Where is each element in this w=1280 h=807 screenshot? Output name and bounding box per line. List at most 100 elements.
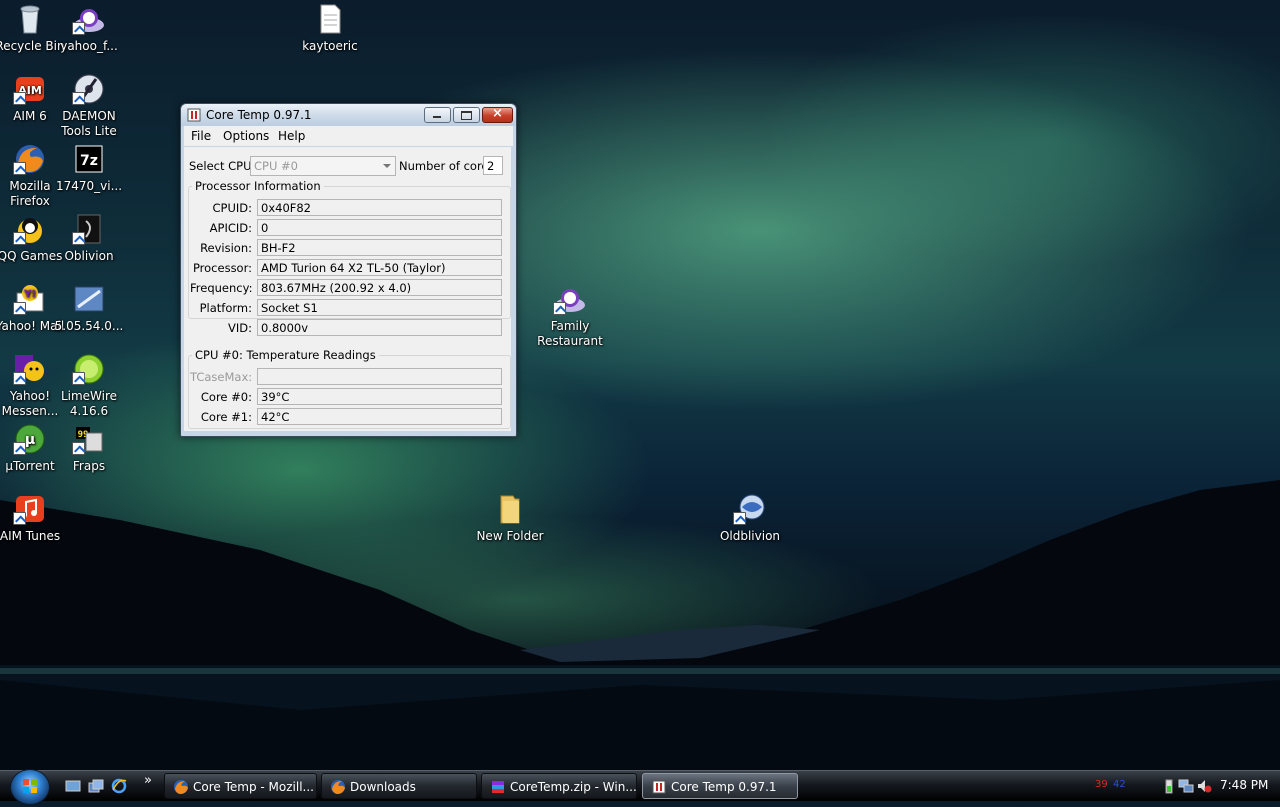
- firefox-icon: [331, 780, 345, 794]
- desktop-icon-7zip[interactable]: 7z 17470_vi...: [52, 143, 126, 194]
- daemon-tools-icon: [72, 73, 106, 105]
- shortcut-arrow-icon: [13, 92, 26, 105]
- recycle-bin-icon: [13, 3, 47, 35]
- taskbar: » Core Temp - Mozill... Downloads CoreTe…: [0, 769, 1280, 805]
- close-button[interactable]: ×: [482, 106, 513, 123]
- window-client: Select CPU: CPU #0 Number of cores 2 Pro…: [184, 147, 511, 431]
- tcasemax-label: TCaseMax:: [190, 370, 253, 384]
- cpu-select-value: CPU #0: [254, 159, 298, 173]
- shortcut-arrow-icon: [72, 372, 85, 385]
- desktop-icon-yahoo[interactable]: yahoo_f...: [52, 3, 126, 54]
- cpuid-value: 0x40F82: [257, 199, 502, 216]
- taskbar-button-winrar[interactable]: CoreTemp.zip - Win...: [481, 773, 637, 799]
- firefox-icon: [174, 780, 188, 794]
- desktop-icon-daemon-tools[interactable]: DAEMON Tools Lite: [52, 73, 126, 139]
- taskbar-button-downloads[interactable]: Downloads: [321, 773, 477, 799]
- desktop-icon-installer[interactable]: 5.05.54.0...: [52, 283, 126, 334]
- yahoo-icon: [72, 3, 106, 35]
- 7zip-icon: 7z: [72, 143, 106, 175]
- platform-label: Platform:: [199, 301, 252, 315]
- num-cores-label: Number of cores: [399, 159, 495, 173]
- shortcut-arrow-icon: [72, 92, 85, 105]
- coretemp-icon: [187, 108, 201, 122]
- svg-text:7z: 7z: [80, 153, 98, 169]
- desktop-icon-new-folder[interactable]: New Folder: [473, 493, 547, 544]
- svg-text:Y!: Y!: [23, 289, 36, 300]
- menu-help[interactable]: Help: [278, 129, 305, 143]
- yahoo-messenger-icon: [13, 353, 47, 385]
- menu-file[interactable]: File: [191, 129, 211, 143]
- desktop-icon-family-restaurant[interactable]: Family Restaurant: [533, 283, 607, 349]
- battery-icon[interactable]: [1161, 778, 1177, 794]
- minimize-button[interactable]: [424, 107, 451, 123]
- maximize-button[interactable]: [453, 107, 480, 123]
- vid-value: 0.8000v: [257, 319, 502, 336]
- fraps-icon: 99: [72, 423, 106, 455]
- switch-windows-icon[interactable]: [88, 778, 104, 794]
- apicid-value: 0: [257, 219, 502, 236]
- internet-explorer-icon[interactable]: [111, 778, 127, 794]
- desktop-icon-kaytoeric[interactable]: kaytoeric: [293, 3, 367, 54]
- shortcut-arrow-icon: [13, 302, 26, 315]
- taskbar-button-coretemp[interactable]: Core Temp 0.97.1: [642, 773, 798, 799]
- desktop-icon-label: AIM Tunes: [0, 529, 61, 543]
- oldblivion-icon: [733, 493, 767, 525]
- clock[interactable]: 7:48 PM: [1220, 778, 1268, 792]
- desktop-icon-fraps[interactable]: 99 Fraps: [52, 423, 126, 474]
- platform-value: Socket S1: [257, 299, 502, 316]
- taskbar-button-label: CoreTemp.zip - Win...: [510, 780, 637, 794]
- frequency-value: 803.67MHz (200.92 x 4.0): [257, 279, 502, 296]
- desktop-icon-oblivion[interactable]: Oblivion: [52, 213, 126, 264]
- core0-temp: 39°C: [257, 388, 502, 405]
- core1-temp: 42°C: [257, 408, 502, 425]
- volume-muted-icon[interactable]: [1196, 778, 1212, 794]
- desktop-icon-aim-tunes[interactable]: AIM Tunes: [0, 493, 67, 544]
- desktop-icon-limewire[interactable]: LimeWire 4.16.6: [52, 353, 126, 419]
- menu-options[interactable]: Options: [223, 129, 269, 143]
- firefox-icon: [13, 143, 47, 175]
- core-temp-window[interactable]: Core Temp 0.97.1 × File Options Help Sel…: [180, 103, 517, 437]
- window-titlebar[interactable]: Core Temp 0.97.1 ×: [181, 104, 516, 126]
- yahoo-mail-icon: Y!: [13, 283, 47, 315]
- network-icon[interactable]: [1178, 778, 1194, 794]
- family-restaurant-icon: [553, 283, 587, 315]
- cpuid-label: CPUID:: [212, 201, 252, 215]
- shortcut-arrow-icon: [13, 512, 26, 525]
- temperature-group-title: CPU #0: Temperature Readings: [192, 348, 379, 362]
- shortcut-arrow-icon: [13, 372, 26, 385]
- folder-icon: [493, 493, 527, 525]
- processor-info-title: Processor Information: [192, 179, 324, 193]
- shortcut-arrow-icon: [72, 22, 85, 35]
- shortcut-arrow-icon: [72, 232, 85, 245]
- cpu-select[interactable]: CPU #0: [250, 156, 396, 176]
- windows-logo-icon: [23, 779, 37, 793]
- quick-launch-more[interactable]: »: [144, 773, 152, 788]
- shortcut-arrow-icon: [733, 512, 746, 525]
- limewire-icon: [72, 353, 106, 385]
- utorrent-icon: µ: [13, 423, 47, 455]
- taskbar-button-firefox-coretemp[interactable]: Core Temp - Mozill...: [164, 773, 317, 799]
- taskbar-button-label: Downloads: [350, 780, 416, 794]
- processor-value: AMD Turion 64 X2 TL-50 (Taylor): [257, 259, 502, 276]
- shortcut-arrow-icon: [13, 232, 26, 245]
- shortcut-arrow-icon: [553, 302, 566, 315]
- close-icon: ×: [492, 106, 503, 121]
- tray-core0-temp[interactable]: 39: [1095, 779, 1108, 790]
- num-cores-field: 2: [483, 156, 503, 175]
- tray-core1-temp[interactable]: 42: [1113, 779, 1126, 790]
- desktop-icon-oldblivion[interactable]: Oldblivion: [713, 493, 787, 544]
- apicid-label: APICID:: [209, 221, 252, 235]
- shortcut-arrow-icon: [13, 442, 26, 455]
- tcasemax-value: [257, 368, 502, 385]
- shortcut-arrow-icon: [13, 162, 26, 175]
- processor-label: Processor:: [192, 261, 252, 275]
- taskbar-button-label: Core Temp 0.97.1: [671, 780, 777, 794]
- show-desktop-icon[interactable]: [65, 778, 81, 794]
- desktop-icon-label: 5.05.54.0...: [54, 319, 124, 333]
- desktop-icon-label: DAEMON Tools Lite: [61, 109, 117, 138]
- desktop-icon-label: Family Restaurant: [537, 319, 603, 348]
- aim-icon: AIM: [13, 73, 47, 105]
- desktop-icon-label: New Folder: [476, 529, 544, 543]
- shortcut-arrow-icon: [72, 442, 85, 455]
- qq-games-icon: [13, 213, 47, 245]
